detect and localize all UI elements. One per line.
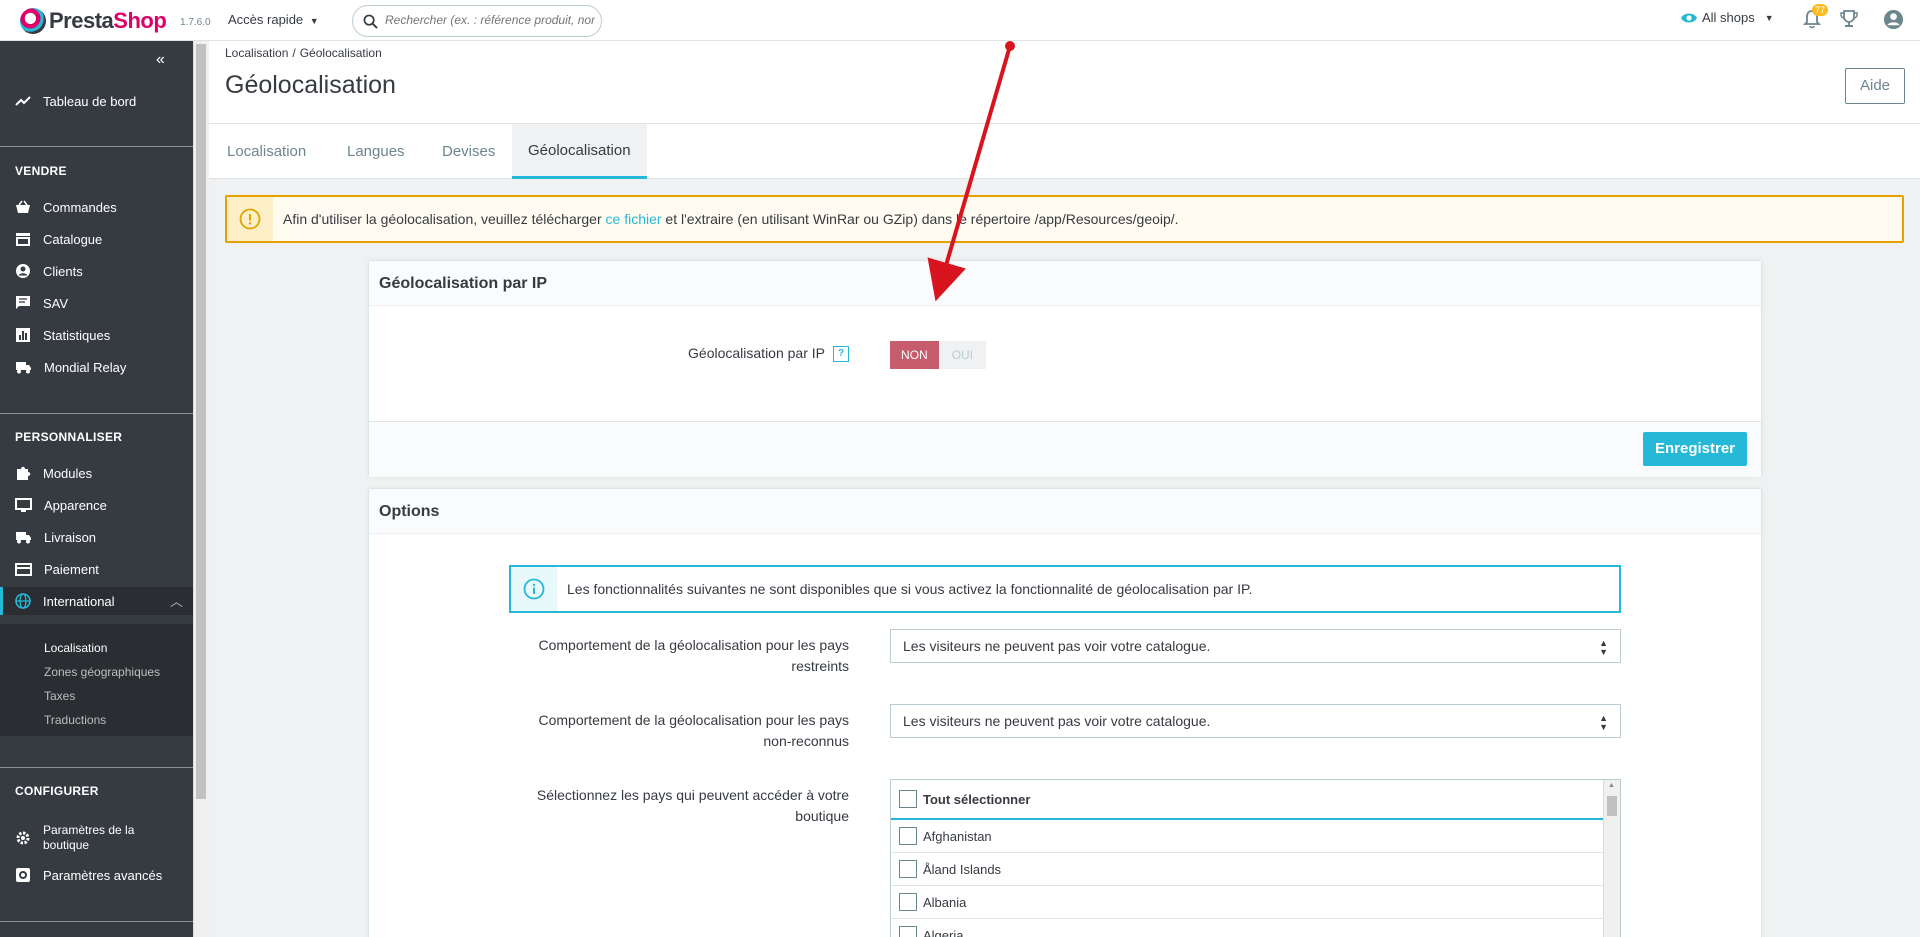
search-icon bbox=[363, 14, 378, 29]
caret-down-icon: ▼ bbox=[1764, 12, 1774, 23]
search-input[interactable] bbox=[385, 13, 595, 27]
search-box[interactable] bbox=[352, 5, 602, 37]
prestashop-logo[interactable]: PrestaShop bbox=[20, 8, 167, 34]
red-annotation-arrow bbox=[927, 41, 1015, 302]
logo-text-shop: Shop bbox=[113, 8, 167, 33]
quick-access-dropdown[interactable]: Accès rapide ▼ bbox=[228, 12, 319, 27]
notification-count-badge: 77 bbox=[1812, 4, 1829, 16]
shop-selector-label: All shops bbox=[1702, 10, 1755, 25]
logo-text-presta: Presta bbox=[49, 8, 114, 33]
trophy-icon[interactable] bbox=[1839, 9, 1859, 29]
version-label: 1.7.6.0 bbox=[180, 17, 211, 28]
prestashop-logo-icon bbox=[20, 8, 46, 34]
caret-down-icon: ▼ bbox=[309, 16, 319, 26]
top-header: PrestaShop 1.7.6.0 Accès rapide ▼ All sh… bbox=[0, 0, 1920, 41]
shop-selector[interactable]: All shops ▼ bbox=[1680, 10, 1774, 25]
quick-access-label: Accès rapide bbox=[228, 12, 304, 27]
user-account-icon[interactable] bbox=[1883, 9, 1904, 30]
eye-icon bbox=[1681, 13, 1697, 22]
